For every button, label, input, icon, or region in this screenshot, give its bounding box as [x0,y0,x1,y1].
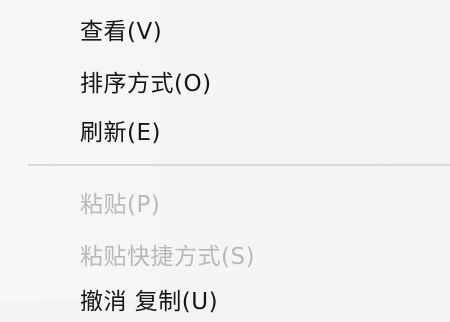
menu-item-sort-by[interactable]: 排序方式(O) [80,64,212,104]
desktop-context-menu: 查看(V) 排序方式(O) 刷新(E) 粘贴(P) 粘贴快捷方式(S) 撤消 复… [0,0,450,315]
menu-item-paste: 粘贴(P) [80,192,161,218]
menu-item-paste-shortcut: 粘贴快捷方式(S) [80,244,256,270]
menu-separator [28,164,450,166]
menu-item-view[interactable]: 查看(V) [80,12,162,52]
menu-item-refresh[interactable]: 刷新(E) [80,113,161,153]
menu-item-undo-copy[interactable]: 撤消 复制(U) [80,282,218,322]
